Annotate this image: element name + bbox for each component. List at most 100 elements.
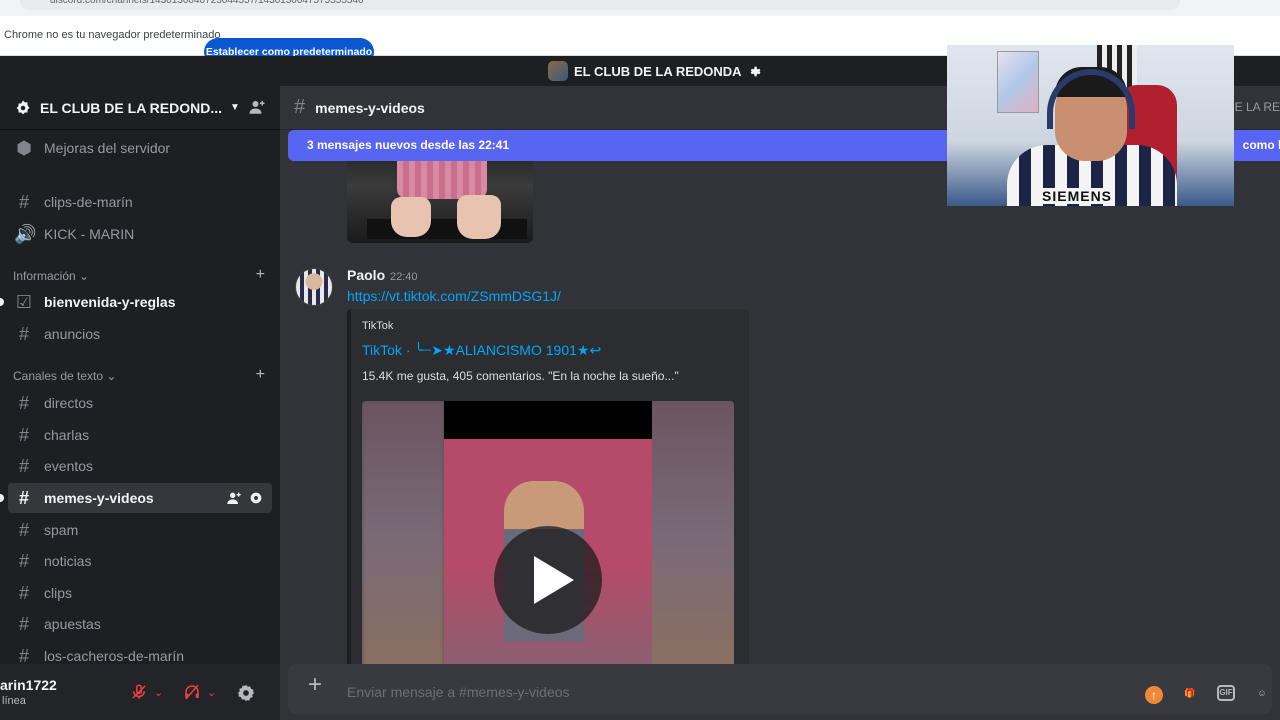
message-input[interactable]: Enviar mensaje a #memes-y-videos (347, 684, 570, 700)
sidebar-item-memes-y-videos[interactable]: # memes-y-videos (8, 483, 272, 513)
add-attachment-icon[interactable]: + (304, 673, 326, 697)
server-header[interactable]: EL CLUB DE LA REDOND... ▼ (0, 86, 280, 130)
server-icon (548, 61, 568, 81)
rules-icon: ☑ (15, 291, 33, 312)
message-composer[interactable]: + Enviar mensaje a #memes-y-videos ↑ 🎁 G… (288, 664, 1272, 714)
hash-icon: # (18, 582, 29, 603)
channel-label: spam (44, 522, 79, 538)
user-panel: arin1722 línea ⌄ ⌄ (0, 664, 280, 720)
channel-label: directos (44, 395, 94, 411)
chevron-down-icon: ⌄ (154, 686, 164, 699)
webcam-overlay: SIEMENS (947, 45, 1234, 206)
sidebar-item-anuncios[interactable]: # anuncios (8, 319, 272, 349)
boost-upgrade-icon[interactable]: ↑ (1145, 686, 1163, 704)
hash-icon: # (18, 550, 29, 571)
message-link[interactable]: https://vt.tiktok.com/ZSmmDSG1J/ (347, 288, 561, 304)
address-bar[interactable]: discord.com/channels/1430130040725044557… (20, 0, 1180, 10)
channel-label: los-cacheros-de-marín (44, 648, 185, 664)
server-badge-icon (16, 100, 30, 114)
channel-sidebar: EL CLUB DE LA REDOND... ▼ ⬢ Mejoras del … (0, 86, 280, 666)
speaker-icon: 🔊 (14, 223, 37, 244)
mute-button[interactable]: ⌄ (130, 680, 163, 704)
sticker-icon[interactable]: ☺ (1252, 683, 1272, 703)
hash-icon: # (18, 519, 29, 540)
channel-label: noticias (44, 553, 92, 569)
new-messages-label: 3 mensajes nuevos desde las 22:41 (307, 138, 510, 152)
server-boost-item[interactable]: ⬢ Mejoras del servidor (8, 133, 272, 163)
hash-icon: # (18, 323, 29, 344)
chevron-down-icon: ▼ (230, 102, 240, 113)
boost-label: Mejoras del servidor (44, 140, 171, 156)
category-label: Canales de texto (13, 369, 104, 383)
channel-label: KICK - MARIN (44, 226, 135, 242)
header-search-cut[interactable]: E LA RE (1235, 100, 1280, 114)
sidebar-item-eventos[interactable]: # eventos (8, 451, 272, 481)
link-embed: TikTok TikTok · ╰┈➤★ALIANCISMO 1901★↩ 15… (347, 309, 749, 664)
play-icon[interactable] (494, 526, 602, 634)
message-timestamp: 22:40 (390, 271, 418, 283)
hash-icon: # (18, 424, 29, 445)
mark-as-read-cut[interactable]: como le (1243, 130, 1280, 161)
hash-icon: # (294, 96, 306, 118)
category-label: Información (13, 269, 76, 283)
hash-icon: # (18, 392, 29, 413)
channel-label: anuncios (44, 326, 101, 342)
chevron-down-icon: ⌄ (79, 269, 90, 283)
username[interactable]: arin1722 (0, 677, 57, 693)
add-channel-icon[interactable]: + (256, 366, 265, 384)
channel-label: clips-de-marín (44, 194, 133, 210)
hash-icon: # (18, 487, 29, 508)
mic-muted-icon (132, 684, 146, 699)
channel-label: bienvenida-y-reglas (44, 294, 176, 310)
channel-label: memes-y-videos (44, 490, 154, 506)
unread-indicator (0, 298, 4, 306)
add-channel-icon[interactable]: + (256, 266, 265, 284)
embed-description: 15.4K me gusta, 405 comentarios. "En la … (362, 369, 679, 383)
channel-label: apuestas (44, 616, 101, 632)
hash-icon: # (18, 191, 29, 212)
jersey-sponsor: SIEMENS (1039, 188, 1116, 204)
sidebar-item-noticias[interactable]: # noticias (8, 546, 272, 576)
wall-poster (997, 51, 1039, 113)
chevron-down-icon: ⌄ (106, 369, 117, 383)
embed-provider: TikTok (362, 320, 394, 332)
message-list: Paolo 22:40 https://vt.tiktok.com/ZSmmDS… (280, 161, 1280, 664)
sidebar-item-bienvenida-y-reglas[interactable]: ☑ bienvenida-y-reglas (8, 287, 272, 317)
hash-icon: # (18, 455, 29, 476)
headphones-muted-icon (185, 684, 199, 700)
channel-label: eventos (44, 458, 94, 474)
gift-icon[interactable]: 🎁 (1180, 683, 1200, 703)
category-informacion[interactable]: Información ⌄ + (13, 266, 273, 284)
user-status: línea (2, 695, 26, 707)
sidebar-item-directos[interactable]: # directos (8, 388, 272, 418)
infobar-text: Chrome no es tu navegador predeterminado (4, 29, 221, 41)
embed-video[interactable] (362, 401, 734, 664)
sidebar-item-clips[interactable]: # clips (8, 578, 272, 608)
channel-title: memes-y-videos (315, 99, 425, 116)
channel-label: clips (44, 585, 73, 601)
window-title: EL CLUB DE LA REDONDA (574, 63, 742, 79)
sidebar-item-clips-de-marin[interactable]: # clips-de-marín (8, 187, 272, 217)
gear-icon[interactable] (248, 490, 264, 506)
chevron-down-icon: ⌄ (207, 686, 217, 699)
invite-user-icon[interactable] (248, 98, 266, 116)
gear-icon (750, 66, 761, 76)
invite-user-icon[interactable] (226, 490, 242, 506)
sidebar-item-charlas[interactable]: # charlas (8, 420, 272, 450)
settings-gear-icon[interactable] (236, 683, 256, 703)
category-canales-de-texto[interactable]: Canales de texto ⌄ + (13, 366, 273, 384)
hash-icon: # (18, 613, 29, 634)
sidebar-item-kick-marin[interactable]: 🔊 KICK - MARIN (8, 219, 272, 249)
boost-icon: ⬢ (16, 137, 32, 158)
browser-top: discord.com/channels/1430130040725044557… (0, 0, 1280, 16)
gif-icon[interactable]: GIF (1217, 685, 1235, 701)
deafen-button[interactable]: ⌄ (183, 680, 216, 704)
embed-title[interactable]: TikTok · ╰┈➤★ALIANCISMO 1901★↩ (362, 342, 601, 359)
sidebar-item-apuestas[interactable]: # apuestas (8, 609, 272, 639)
channel-label: charlas (44, 427, 90, 443)
sidebar-item-spam[interactable]: # spam (8, 515, 272, 545)
avatar[interactable] (295, 268, 333, 306)
message-author[interactable]: Paolo (347, 267, 385, 283)
previous-image-attachment[interactable] (347, 161, 533, 243)
server-name: EL CLUB DE LA REDOND... (40, 99, 223, 116)
